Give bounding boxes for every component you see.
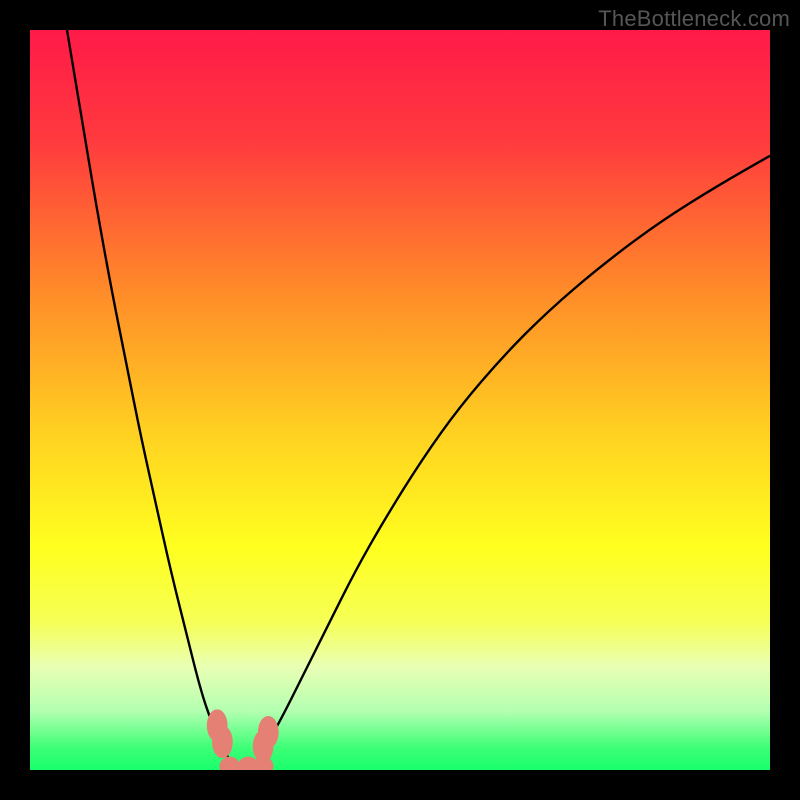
gradient-background	[30, 30, 770, 770]
plot-svg	[30, 30, 770, 770]
marker-d	[258, 716, 279, 749]
marker-b	[212, 726, 233, 759]
plot-area	[30, 30, 770, 770]
watermark-text: TheBottleneck.com	[598, 6, 790, 32]
